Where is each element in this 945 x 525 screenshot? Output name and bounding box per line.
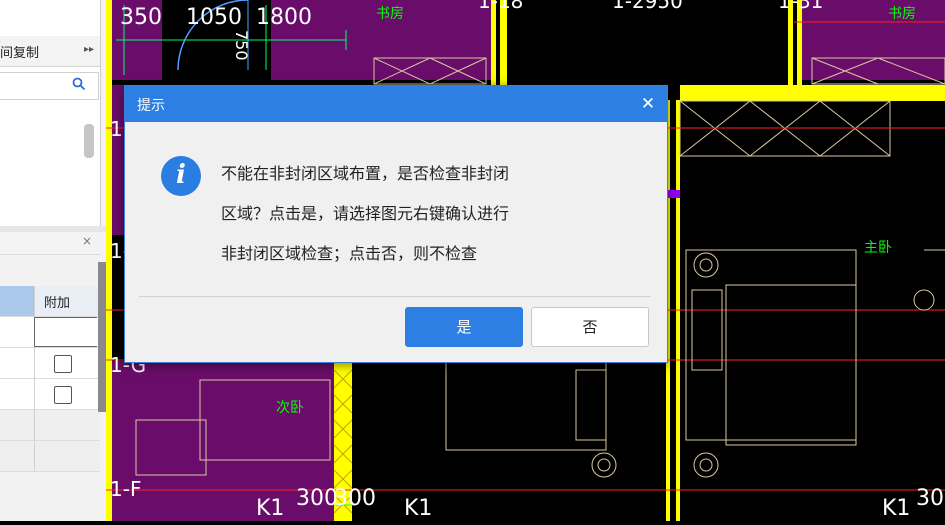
extra-checkbox[interactable] [54,386,72,404]
axis-label-1: 1 [110,117,123,141]
scrollbar-thumb[interactable] [84,124,94,158]
dialog-separator [139,296,651,297]
info-icon-glyph: i [176,160,186,190]
table-header-extra: 附加 [44,296,71,311]
table-row[interactable] [0,317,100,348]
dialog-message-line-3: 非封闭区域检查；点击否，则不检查 [221,244,478,263]
table-header-cell-selected [0,286,34,316]
table-row[interactable] [0,348,100,379]
table-row[interactable] [0,379,100,410]
dim-text-k1-c: K1 [882,496,910,521]
axis-text-1-31: 1-31 [778,0,823,13]
left-panel-top [0,0,101,226]
no-button[interactable]: 否 [531,307,649,347]
extra-checkbox[interactable] [54,355,72,373]
tab-room-copy-label: 间复制 [0,46,40,61]
table-cell [34,410,97,440]
tab-room-copy[interactable]: 间复制 ▸▸ [0,36,100,67]
panel-splitter[interactable] [98,262,106,412]
room-label-master-bedroom: 主卧 [864,240,892,256]
info-icon: i [161,156,201,196]
dim-text-1800: 1800 [256,5,312,30]
dim-text-k1-b: K1 [404,496,432,521]
properties-panel-header: × [0,232,100,255]
table-row [0,410,100,441]
double-chevron-right-icon[interactable]: ▸▸ [84,44,94,55]
table-cell [34,441,97,471]
dim-text-300-b: 300 [334,486,376,511]
room-label-second-bedroom: 次卧 [276,400,304,416]
dim-text-350: 350 [120,5,162,30]
close-icon[interactable]: × [82,234,92,248]
axis-label-1-f: 1-F [110,477,141,501]
left-panel: 间复制 ▸▸ × 附加 [0,0,107,521]
close-icon[interactable]: ✕ [637,93,659,115]
search-icon[interactable] [72,77,86,95]
dialog-message-line-1: 不能在非封闭区域布置，是否检查非封闭 [221,164,510,183]
table-row [0,441,100,472]
wall [680,85,945,101]
table-cell[interactable] [34,317,97,347]
dialog-title-bar[interactable]: 提示 ✕ [125,86,667,122]
yes-button[interactable]: 是 [405,307,523,347]
dim-text-300: 300 [296,486,338,511]
dim-text-1050: 1050 [186,5,242,30]
dim-text-750: 750 [232,30,251,61]
wall-marker [666,190,680,198]
axis-text-1-18: 1-18 [478,0,523,13]
dim-text-k1: K1 [256,496,284,521]
dialog-title: 提示 [137,98,165,114]
properties-table: 附加 [0,286,100,472]
dim-text-30: 30 [916,486,944,511]
dialog-message-line-2: 区域？点击是，请选择图元右键确认进行 [221,204,510,223]
table-header-row: 附加 [0,286,100,317]
axis-text-1-2950: 1-2950 [612,0,683,13]
search-box[interactable] [0,72,99,100]
room-label-study-2: 书房 [888,6,916,22]
prompt-dialog: 提示 ✕ i 不能在非封闭区域布置，是否检查非封闭 区域？点击是，请选择图元右键… [124,85,668,363]
room-label-study: 书房 [376,6,404,22]
